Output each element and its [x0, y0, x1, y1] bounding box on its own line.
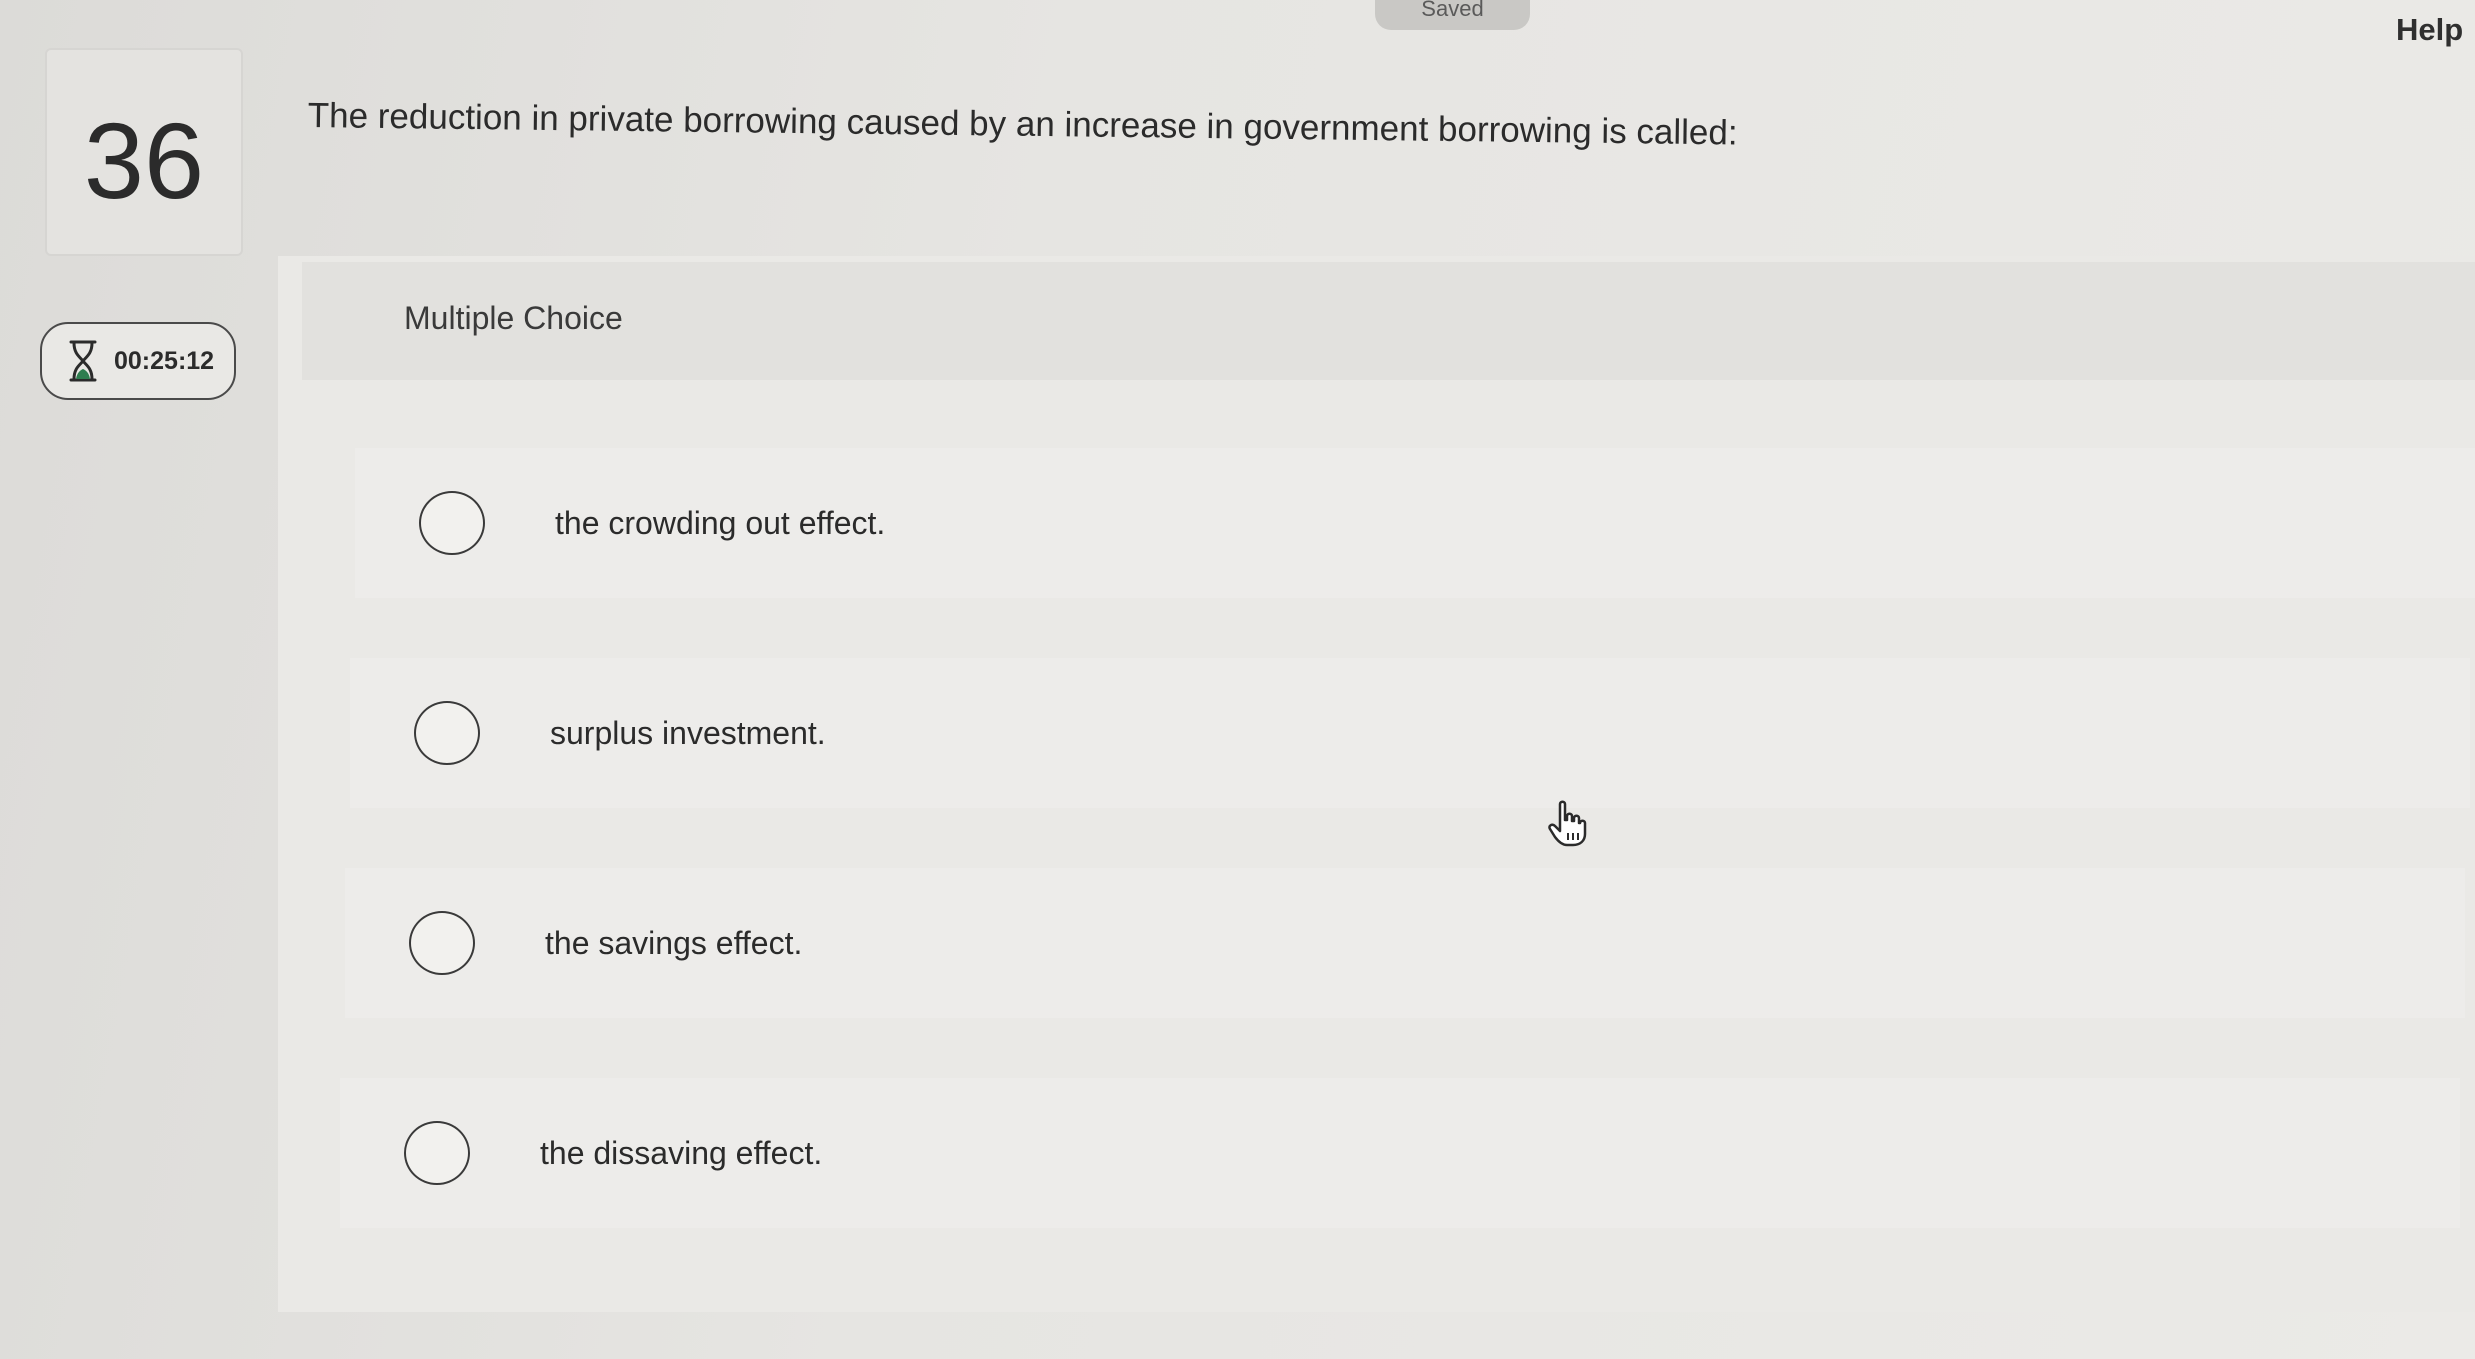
timer-value: 00:25:12 — [114, 346, 215, 375]
radio-button[interactable] — [414, 701, 480, 765]
answer-option-label: the crowding out effect. — [555, 504, 886, 541]
help-link[interactable]: Help — [2396, 12, 2463, 48]
answer-option-label: the dissaving effect. — [540, 1134, 823, 1171]
multiple-choice-header — [302, 262, 2475, 380]
radio-button[interactable] — [404, 1121, 470, 1185]
radio-button[interactable] — [419, 491, 485, 555]
answer-option-3[interactable]: the savings effect. — [345, 868, 2465, 1018]
answer-option-label: the savings effect. — [545, 924, 803, 961]
question-text: The reduction in private borrowing cause… — [307, 96, 1738, 153]
answer-option-4[interactable]: the dissaving effect. — [340, 1078, 2460, 1228]
saved-status-badge: Saved — [1375, 0, 1530, 30]
hourglass-icon — [69, 340, 97, 382]
answer-option-label: surplus investment. — [550, 714, 826, 751]
timer-badge[interactable]: 00:25:12 — [40, 322, 236, 400]
quiz-page: Saved Help 36 00:25:12 The reduction in … — [0, 0, 2475, 1359]
question-number-box: 36 — [45, 48, 243, 256]
radio-button[interactable] — [409, 911, 475, 975]
answer-option-1[interactable]: the crowding out effect. — [355, 448, 2475, 598]
answer-option-2[interactable]: surplus investment. — [350, 658, 2470, 808]
question-number: 36 — [83, 100, 205, 221]
question-type-label: Multiple Choice — [404, 300, 623, 336]
hand-pointer-icon — [1548, 800, 1587, 847]
